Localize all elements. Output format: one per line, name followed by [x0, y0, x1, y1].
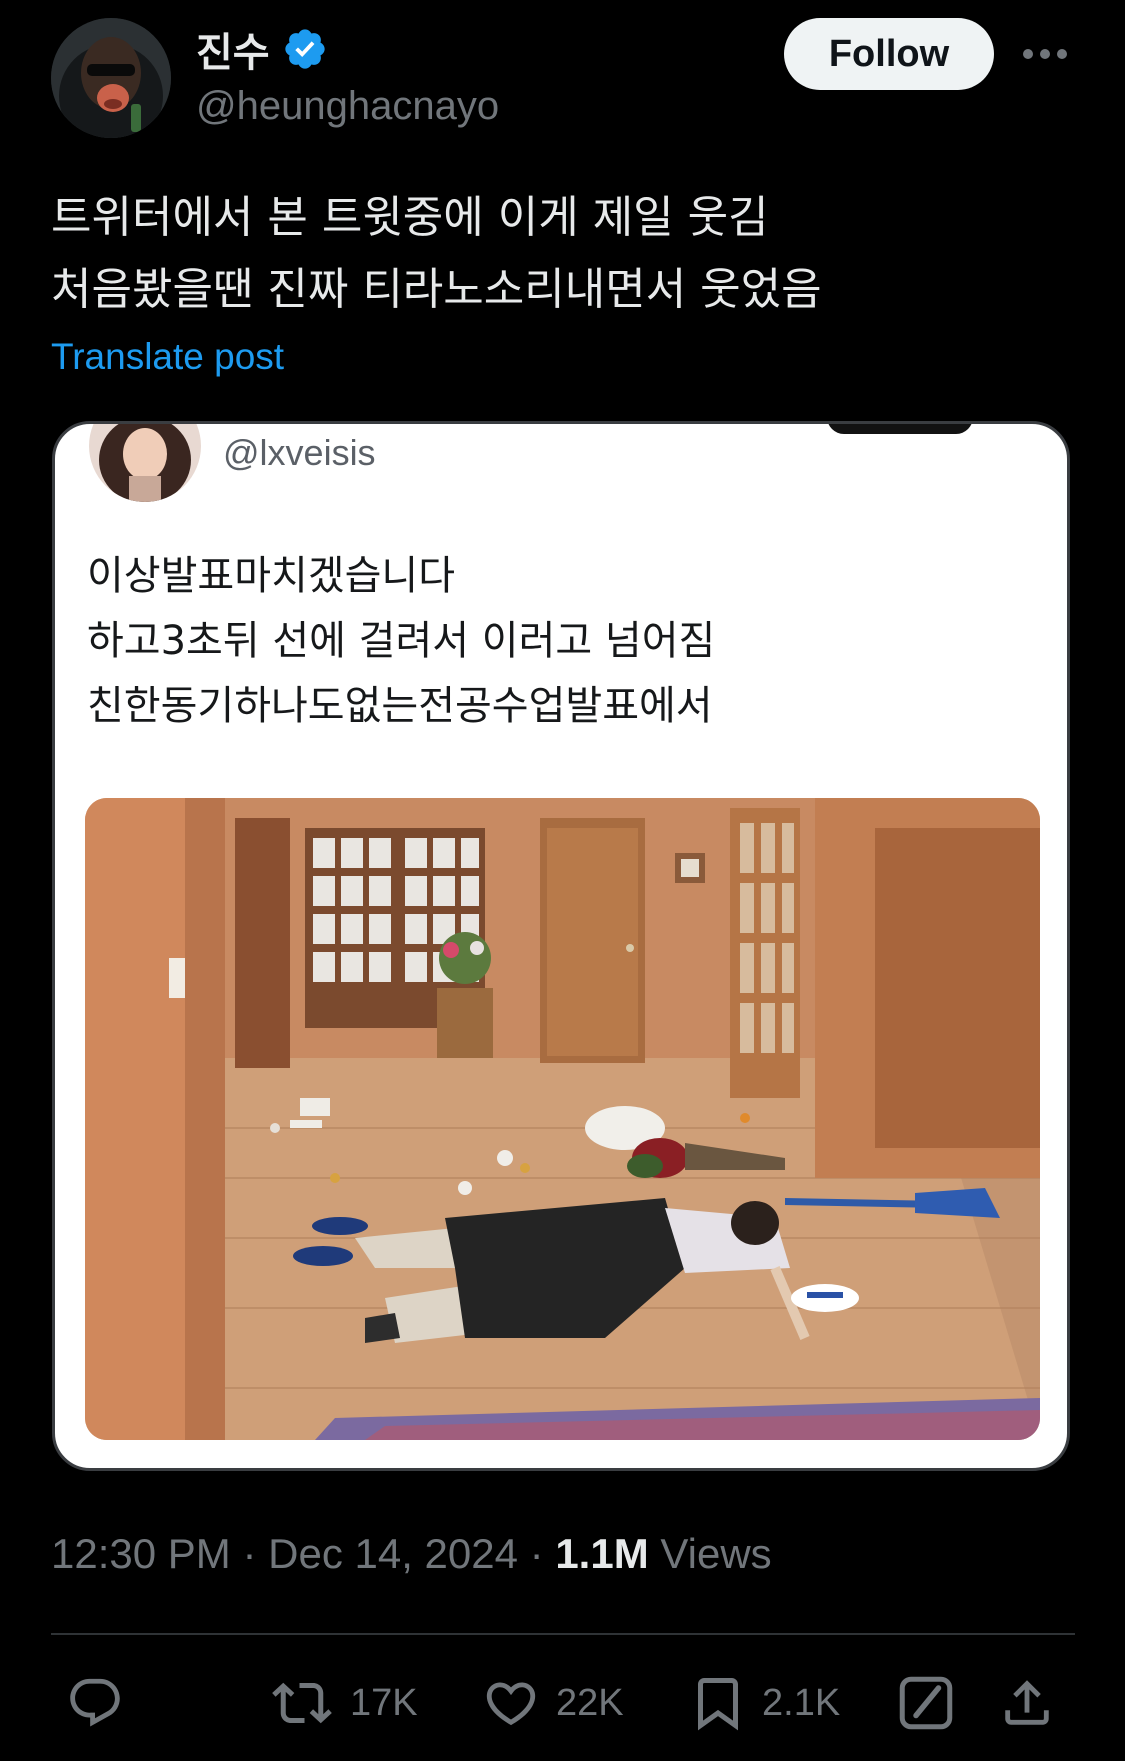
embedded-avatar — [89, 424, 201, 502]
bookmark-count: 2.1K — [762, 1681, 841, 1724]
reply-button[interactable] — [64, 1666, 126, 1740]
share-button[interactable] — [998, 1666, 1056, 1740]
author-display-name[interactable]: 진수 — [196, 20, 270, 78]
post-text-line: 트위터에서 본 트윗중에 이게 제일 웃김 — [51, 192, 769, 243]
bookmark-icon — [698, 1678, 738, 1731]
bookmark-button[interactable]: 2.1K — [688, 1666, 840, 1740]
post-text: 트위터에서 본 트윗중에 이게 제일 웃김 처음봤을땐 진짜 티라노소리내면서 … — [51, 182, 822, 326]
heart-icon — [486, 1682, 536, 1726]
views-label: Views — [660, 1530, 772, 1577]
embedded-follow-pill — [827, 424, 973, 434]
views-count: 1.1M — [555, 1530, 649, 1577]
embedded-text: 이상발표마치겠습니다 하고3초뒤 선에 걸려서 이러고 넘어짐 친한동기하나도없… — [87, 544, 715, 739]
embedded-avatar-image — [89, 424, 201, 502]
meta-separator: · — [529, 1530, 544, 1577]
action-bar: 17K 22K 2.1K — [0, 1666, 1125, 1740]
post-time[interactable]: 12:30 PM — [51, 1530, 231, 1577]
grok-button[interactable] — [896, 1666, 956, 1740]
reply-icon — [70, 1678, 120, 1727]
embedded-text-line: 이상발표마치겠습니다 — [87, 553, 455, 599]
repost-count: 17K — [350, 1681, 418, 1724]
orangutan-avatar-image — [51, 18, 171, 138]
author-handle[interactable]: @heunghacnayo — [196, 84, 499, 129]
divider — [51, 1633, 1075, 1635]
translate-post-link[interactable]: Translate post — [51, 336, 284, 378]
more-dots-icon — [1023, 49, 1067, 59]
verified-badge-icon — [284, 29, 325, 69]
share-icon — [1005, 1680, 1049, 1725]
more-options-button[interactable] — [1014, 30, 1076, 78]
repost-icon — [272, 1682, 332, 1724]
author-name-row[interactable]: 진수 — [196, 20, 328, 78]
like-button[interactable]: 22K — [480, 1666, 624, 1740]
post-text-line: 처음봤을땐 진짜 티라노소리내면서 웃었음 — [51, 264, 822, 315]
author-avatar[interactable] — [51, 18, 171, 138]
embedded-handle: @lxveisis — [223, 432, 376, 473]
repost-button[interactable]: 17K — [268, 1666, 418, 1740]
embedded-text-line: 친한동기하나도없는전공수업발표에서 — [87, 683, 713, 729]
grok-icon — [899, 1676, 953, 1730]
embedded-screenshot-media[interactable]: @lxveisis 이상발표마치겠습니다 하고3초뒤 선에 걸려서 이러고 넘어… — [52, 421, 1070, 1471]
like-count: 22K — [556, 1681, 624, 1724]
post-date[interactable]: Dec 14, 2024 — [268, 1530, 518, 1577]
embedded-text-line: 하고3초뒤 선에 걸려서 이러고 넘어짐 — [87, 618, 716, 664]
meta-separator: · — [242, 1530, 257, 1577]
room-scene-photo — [85, 798, 1040, 1440]
post-meta: 12:30 PM · Dec 14, 2024 · 1.1M Views — [51, 1530, 772, 1578]
follow-button[interactable]: Follow — [784, 18, 994, 90]
